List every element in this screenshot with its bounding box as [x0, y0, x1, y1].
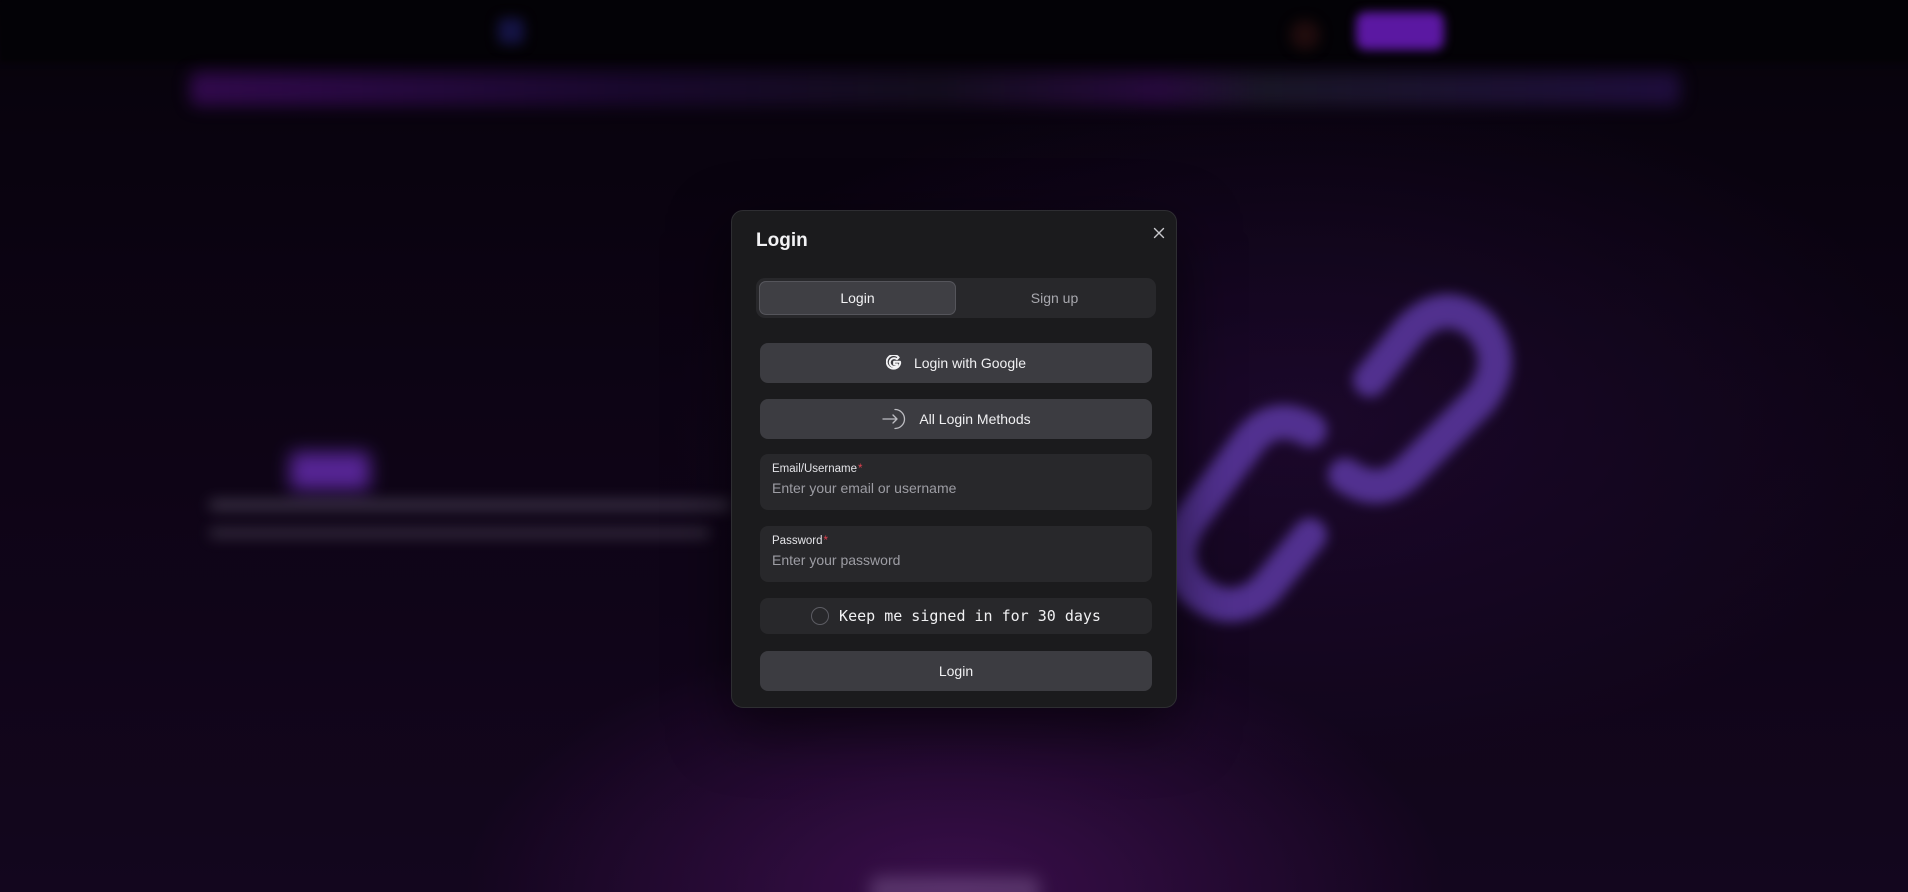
password-input[interactable]: [772, 552, 1140, 568]
login-arrow-icon: [881, 407, 907, 431]
email-input[interactable]: [772, 480, 1140, 496]
auth-tabs: Login Sign up: [756, 278, 1156, 318]
login-with-google-button[interactable]: Login with Google: [760, 343, 1152, 383]
password-label-text: Password: [772, 535, 823, 547]
google-button-label: Login with Google: [913, 355, 1027, 371]
email-field: Email/Username*: [760, 454, 1152, 510]
remember-me-checkbox[interactable]: [811, 607, 830, 625]
dialog-title: Login: [756, 230, 808, 251]
google-icon: [885, 355, 902, 371]
all-login-methods-button[interactable]: All Login Methods: [760, 399, 1152, 439]
tab-login[interactable]: Login: [759, 281, 956, 315]
required-marker: *: [858, 463, 863, 475]
close-icon: [1153, 227, 1165, 239]
email-label-text: Email/Username: [772, 463, 857, 475]
email-label: Email/Username*: [772, 463, 1140, 477]
remember-me-label: Keep me signed in for 30 days: [839, 607, 1101, 625]
remember-me-toggle[interactable]: Keep me signed in for 30 days: [760, 598, 1152, 634]
login-submit-button[interactable]: Login: [760, 651, 1152, 691]
all-methods-label: All Login Methods: [919, 411, 1031, 427]
close-button[interactable]: [1149, 223, 1169, 243]
required-marker: *: [823, 535, 828, 547]
password-label: Password*: [772, 535, 1140, 549]
tab-sign-up[interactable]: Sign up: [956, 281, 1153, 315]
login-dialog: Login Login Sign up Login with Google Al…: [731, 210, 1177, 708]
password-field: Password*: [760, 526, 1152, 582]
